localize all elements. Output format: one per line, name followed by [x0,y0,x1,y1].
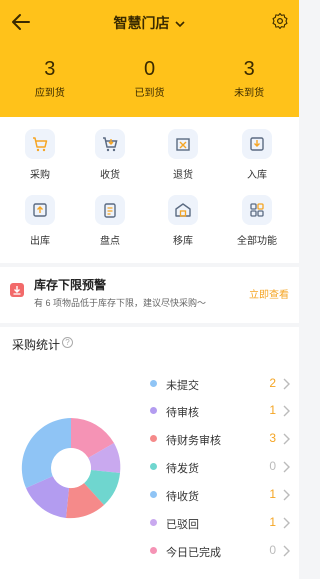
inbound-icon [242,129,272,159]
legend-count: 1 [269,515,276,529]
cart-receive-icon [95,129,125,159]
chevron-right-icon [283,489,290,501]
legend-dot [150,491,157,498]
chevron-right-icon [283,405,290,417]
legend-dot [150,380,157,387]
stat-not-arrived[interactable]: 3 未到货 [199,58,299,99]
alert-download-icon [10,283,24,297]
delivery-stats: 3 应到货 0 已到货 3 未到货 [0,58,299,99]
stat-label: 应到货 [34,88,65,99]
gear-icon[interactable] [271,12,289,30]
function-label: 入库 [247,170,267,181]
page-title: 智慧门店 [113,15,170,31]
legend-label: 待财务审核 [166,435,221,447]
function-inbound[interactable]: 入库 [222,129,292,181]
donut-hole [51,448,91,488]
legend-label: 已驳回 [166,519,199,531]
stat-value: 3 [44,58,56,80]
panel-title: 采购统计 [12,338,61,352]
purchase-stats-panel: 采购统计 ? 未提交 2 待审核 1 待财务审核 3 待发货 0 待收货 1 已… [0,327,299,579]
store-selector[interactable]: 智慧门店 [0,13,299,33]
legend-dot [150,407,157,414]
stat-expected[interactable]: 3 应到货 [0,58,100,99]
stat-arrived[interactable]: 0 已到货 [100,58,200,99]
legend-dot [150,547,157,554]
legend-row-finance-review[interactable]: 待财务审核 3 [150,431,290,447]
chevron-right-icon [283,378,290,390]
function-label: 移库 [173,236,193,247]
legend-count: 2 [269,376,276,390]
grid-apps-icon [242,195,272,225]
chevron-right-icon [283,433,290,445]
stat-label: 未到货 [234,88,265,99]
function-label: 收货 [100,170,120,181]
legend-count: 0 [269,459,276,473]
purchase-donut-chart [21,418,121,519]
function-label: 退货 [173,170,193,181]
function-label: 全部功能 [237,236,277,247]
legend-count: 3 [269,431,276,445]
function-inventory[interactable]: 盘点 [75,195,145,247]
stat-value: 3 [243,58,255,80]
chevron-right-icon [283,517,290,529]
alert-title: 库存下限预警 [34,278,107,292]
function-receive[interactable]: 收货 [75,129,145,181]
function-label: 盘点 [100,236,120,247]
legend-row-pending-review[interactable]: 待审核 1 [150,403,290,419]
legend-dot [150,519,157,526]
stat-label: 已到货 [134,88,165,99]
alert-description: 有 6 项物品低于库存下限，建议尽快采购～ [34,298,207,308]
function-label: 采购 [30,170,50,181]
legend-label: 今日已完成 [166,547,221,559]
shopping-cart-icon [25,129,55,159]
legend-label: 未提交 [166,380,199,392]
function-label: 出库 [30,236,50,247]
inventory-check-icon [95,195,125,225]
legend-row-completed-today[interactable]: 今日已完成 0 [150,543,290,559]
legend-label: 待收货 [166,491,199,503]
view-now-link[interactable]: 立即查看 [249,286,289,301]
stock-alert-banner[interactable]: 库存下限预警 有 6 项物品低于库存下限，建议尽快采购～ 立即查看 [0,267,299,323]
return-box-icon [168,129,198,159]
legend-count: 1 [269,487,276,501]
legend-row-rejected[interactable]: 已驳回 1 [150,515,290,531]
warehouse-move-icon [168,195,198,225]
function-outbound[interactable]: 出库 [5,195,75,247]
chevron-down-icon [175,21,186,28]
function-grid: 采购 收货 退货 入库 出库 盘点 移库 全部功能 [0,117,299,263]
outbound-icon [25,195,55,225]
legend-label: 待发货 [166,463,199,475]
function-purchase[interactable]: 采购 [5,129,75,181]
legend-dot [150,435,157,442]
function-transfer[interactable]: 移库 [148,195,218,247]
legend-dot [150,463,157,470]
help-icon[interactable]: ? [62,337,73,348]
function-all[interactable]: 全部功能 [222,195,292,247]
function-return[interactable]: 退货 [148,129,218,181]
stat-value: 0 [143,58,156,80]
legend-row-pending-shipment[interactable]: 待发货 0 [150,459,290,475]
legend-row-pending-receipt[interactable]: 待收货 1 [150,487,290,503]
legend-count: 0 [269,543,276,557]
header: 智慧门店 3 应到货 0 已到货 3 未到货 [0,0,299,117]
chevron-right-icon [283,461,290,473]
legend-label: 待审核 [166,407,199,419]
legend-count: 1 [269,403,276,417]
legend-row-unsubmitted[interactable]: 未提交 2 [150,376,290,392]
chevron-right-icon [283,545,290,557]
